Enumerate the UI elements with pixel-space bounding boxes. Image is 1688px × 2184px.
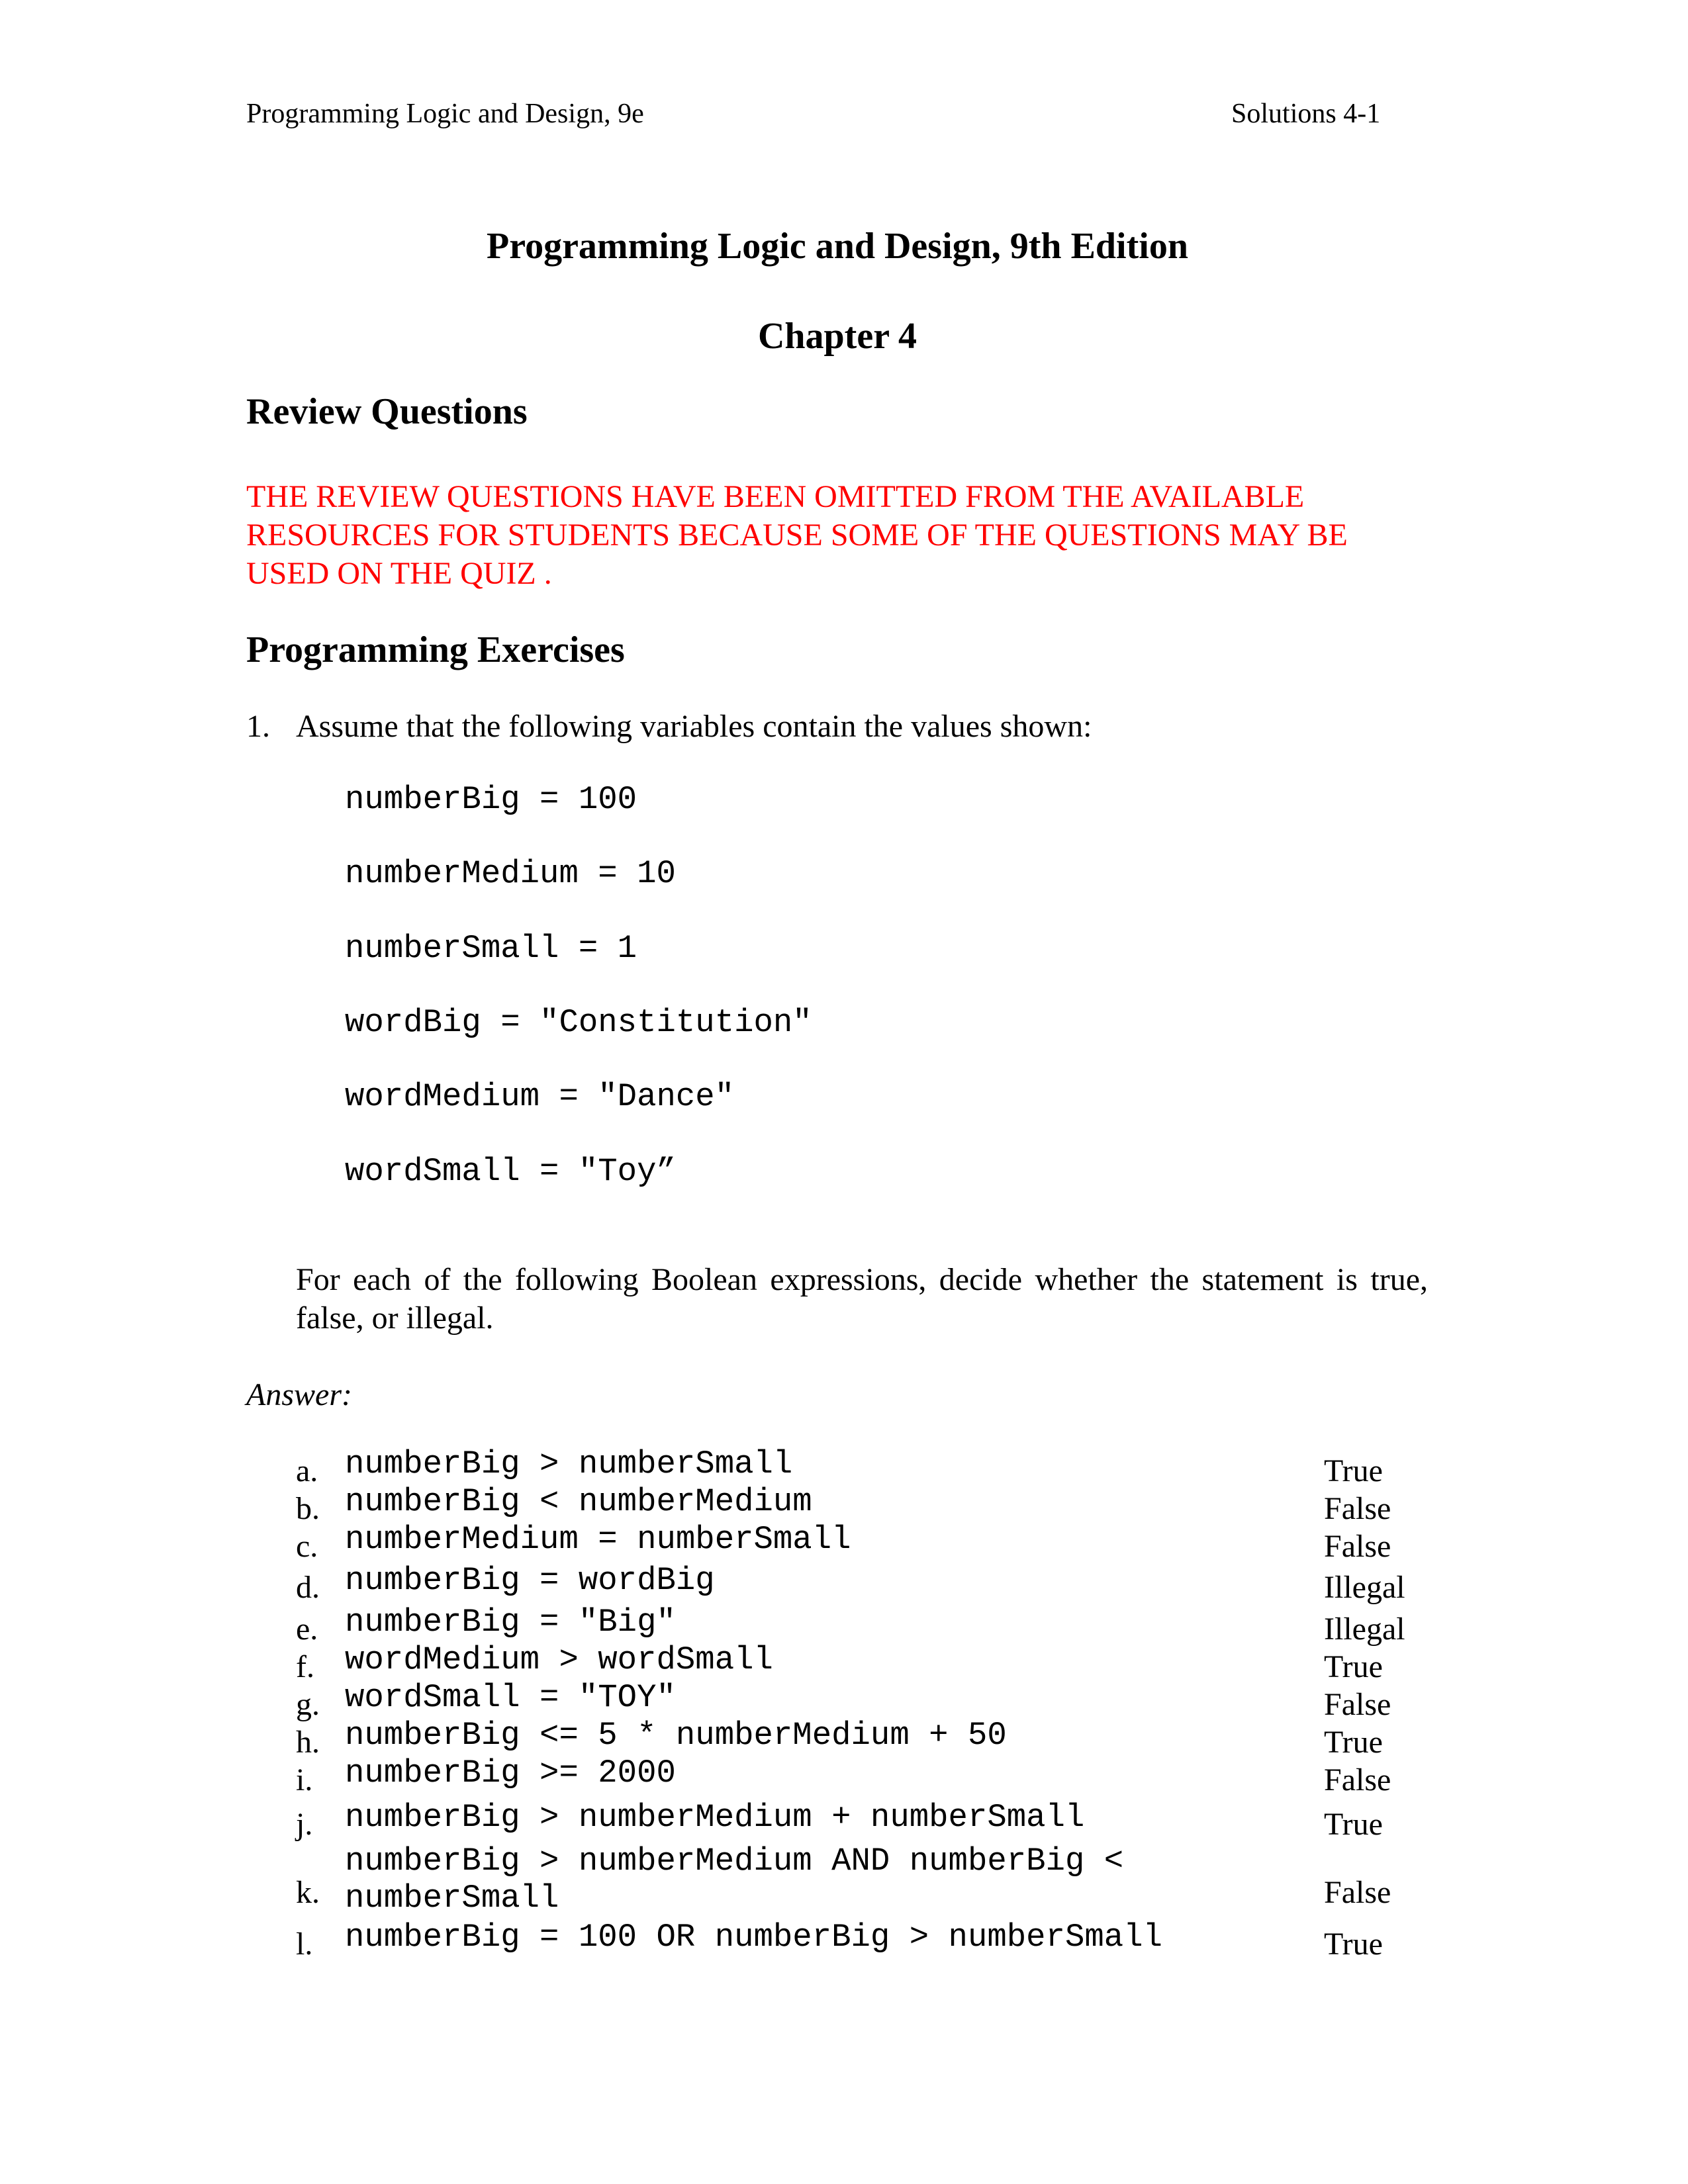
answer-item-label: d. — [296, 1570, 320, 1605]
notice-line: THE REVIEW QUESTIONS HAVE BEEN OMITTED F… — [246, 479, 1305, 514]
boolean-expression: numberBig = 100 OR numberBig > numberSma… — [345, 1919, 1163, 1956]
boolean-expression: numberBig <= 5 * numberMedium + 50 — [345, 1717, 1007, 1754]
variable-line: wordMedium = "Dance" — [345, 1078, 735, 1115]
boolean-expression: wordMedium > wordSmall — [345, 1641, 773, 1678]
answer-result: True — [1324, 1927, 1383, 1962]
answer-item-label: f. — [296, 1649, 314, 1684]
review-questions-notice: THE REVIEW QUESTIONS HAVE BEEN OMITTED F… — [246, 478, 1438, 593]
boolean-expression: wordSmall = "TOY" — [345, 1679, 676, 1716]
boolean-expression: numberBig = wordBig — [345, 1562, 715, 1599]
variable-line: wordBig = "Constitution" — [345, 1004, 812, 1041]
chapter-heading: Chapter 4 — [757, 316, 917, 357]
answer-result: False — [1324, 1875, 1391, 1910]
answer-result: True — [1324, 1649, 1383, 1684]
boolean-expression: numberBig < numberMedium — [345, 1483, 812, 1520]
answer-item-label: g. — [296, 1687, 320, 1722]
answer-result: Illegal — [1324, 1570, 1405, 1605]
boolean-expression: numberMedium = numberSmall — [345, 1521, 851, 1558]
answer-item-label: j. — [296, 1807, 313, 1842]
exercise-number: 1. — [246, 709, 270, 744]
running-header-page: Solutions 4-1 — [1231, 99, 1381, 129]
answer-item-label: b. — [296, 1491, 320, 1526]
answer-result: True — [1324, 1453, 1383, 1488]
boolean-expression: numberBig > numberMedium AND numberBig < — [345, 1843, 1124, 1880]
notice-line: USED ON THE QUIZ . — [246, 556, 552, 591]
answer-item-label: l. — [296, 1927, 313, 1962]
answer-result: True — [1324, 1725, 1383, 1760]
boolean-expression-continuation: numberSmall — [345, 1880, 559, 1917]
running-header-title: Programming Logic and Design, 9e — [246, 99, 644, 129]
boolean-expression: numberBig > numberSmall — [345, 1445, 793, 1482]
answer-item-label: c. — [296, 1529, 318, 1564]
variable-line: numberSmall = 1 — [345, 930, 637, 967]
answer-result: False — [1324, 1529, 1391, 1564]
exercise-prompt-text: Assume that the following variables cont… — [296, 709, 1092, 744]
answer-result: False — [1324, 1491, 1391, 1526]
answer-result: False — [1324, 1687, 1391, 1722]
boolean-expression: numberBig > numberMedium + numberSmall — [345, 1799, 1085, 1836]
review-questions-heading: Review Questions — [246, 391, 528, 432]
answer-item-label: e. — [296, 1612, 318, 1647]
answer-result: False — [1324, 1762, 1391, 1797]
answer-item-label: k. — [296, 1875, 320, 1910]
document-title: Programming Logic and Design, 9th Editio… — [487, 226, 1188, 267]
answer-item-label: i. — [296, 1762, 313, 1797]
answer-result: True — [1324, 1807, 1383, 1842]
programming-exercises-heading: Programming Exercises — [246, 629, 625, 670]
notice-line: RESOURCES FOR STUDENTS BECAUSE SOME OF T… — [246, 518, 1348, 553]
answer-result: Illegal — [1324, 1612, 1405, 1647]
boolean-expression: numberBig = "Big" — [345, 1604, 676, 1641]
boolean-expression: numberBig >= 2000 — [345, 1754, 676, 1792]
variable-line: numberBig = 100 — [345, 781, 637, 818]
variable-line: wordSmall = "Toy” — [345, 1153, 676, 1190]
answer-label: Answer: — [246, 1377, 352, 1412]
variable-line: numberMedium = 10 — [345, 855, 676, 892]
answer-item-label: a. — [296, 1453, 318, 1488]
exercise-instruction: For each of the following Boolean expres… — [296, 1262, 1428, 1336]
answer-item-label: h. — [296, 1725, 320, 1760]
